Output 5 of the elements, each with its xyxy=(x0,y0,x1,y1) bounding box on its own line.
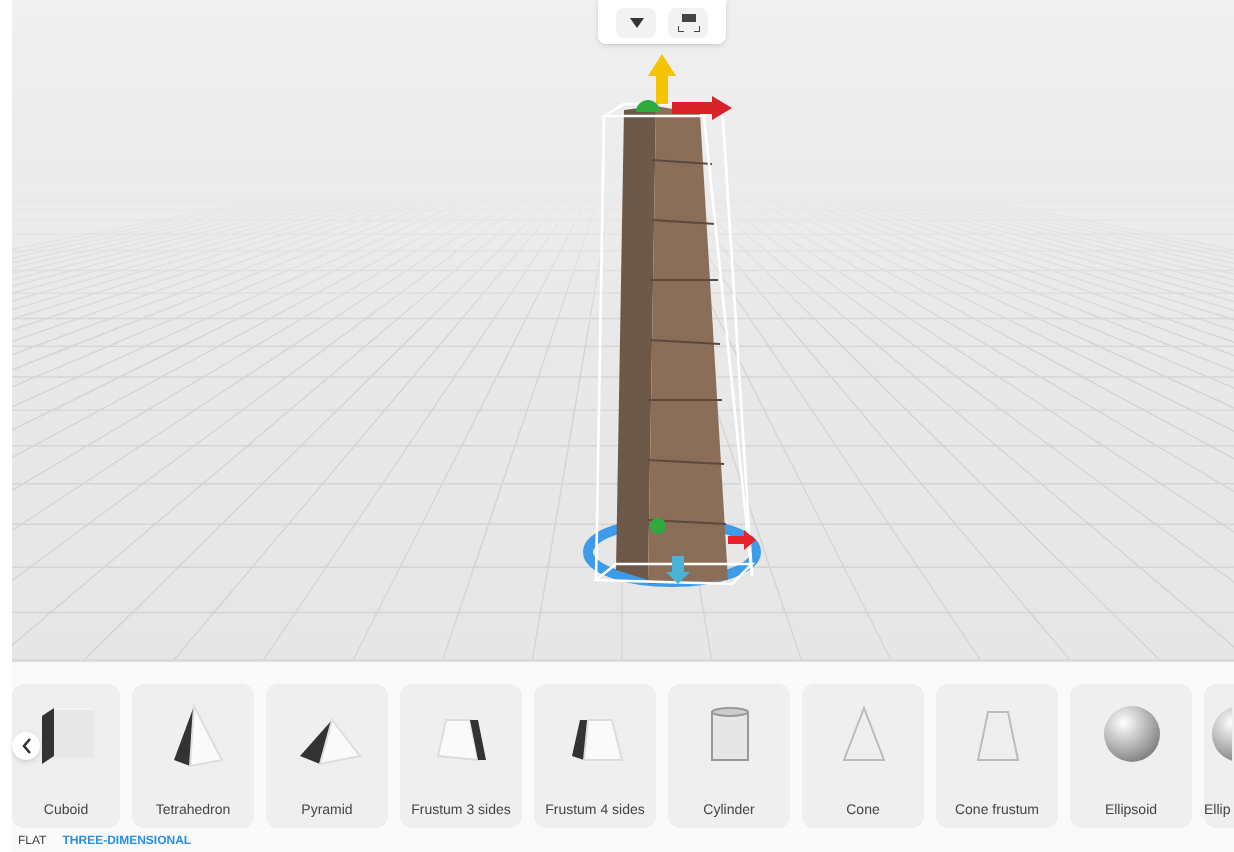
selected-obelisk-drawing[interactable] xyxy=(583,54,761,587)
fit-view-button[interactable] xyxy=(668,7,708,37)
caret-icon xyxy=(629,17,643,27)
dropdown-button[interactable] xyxy=(616,7,656,37)
chevron-left-icon xyxy=(21,738,31,754)
